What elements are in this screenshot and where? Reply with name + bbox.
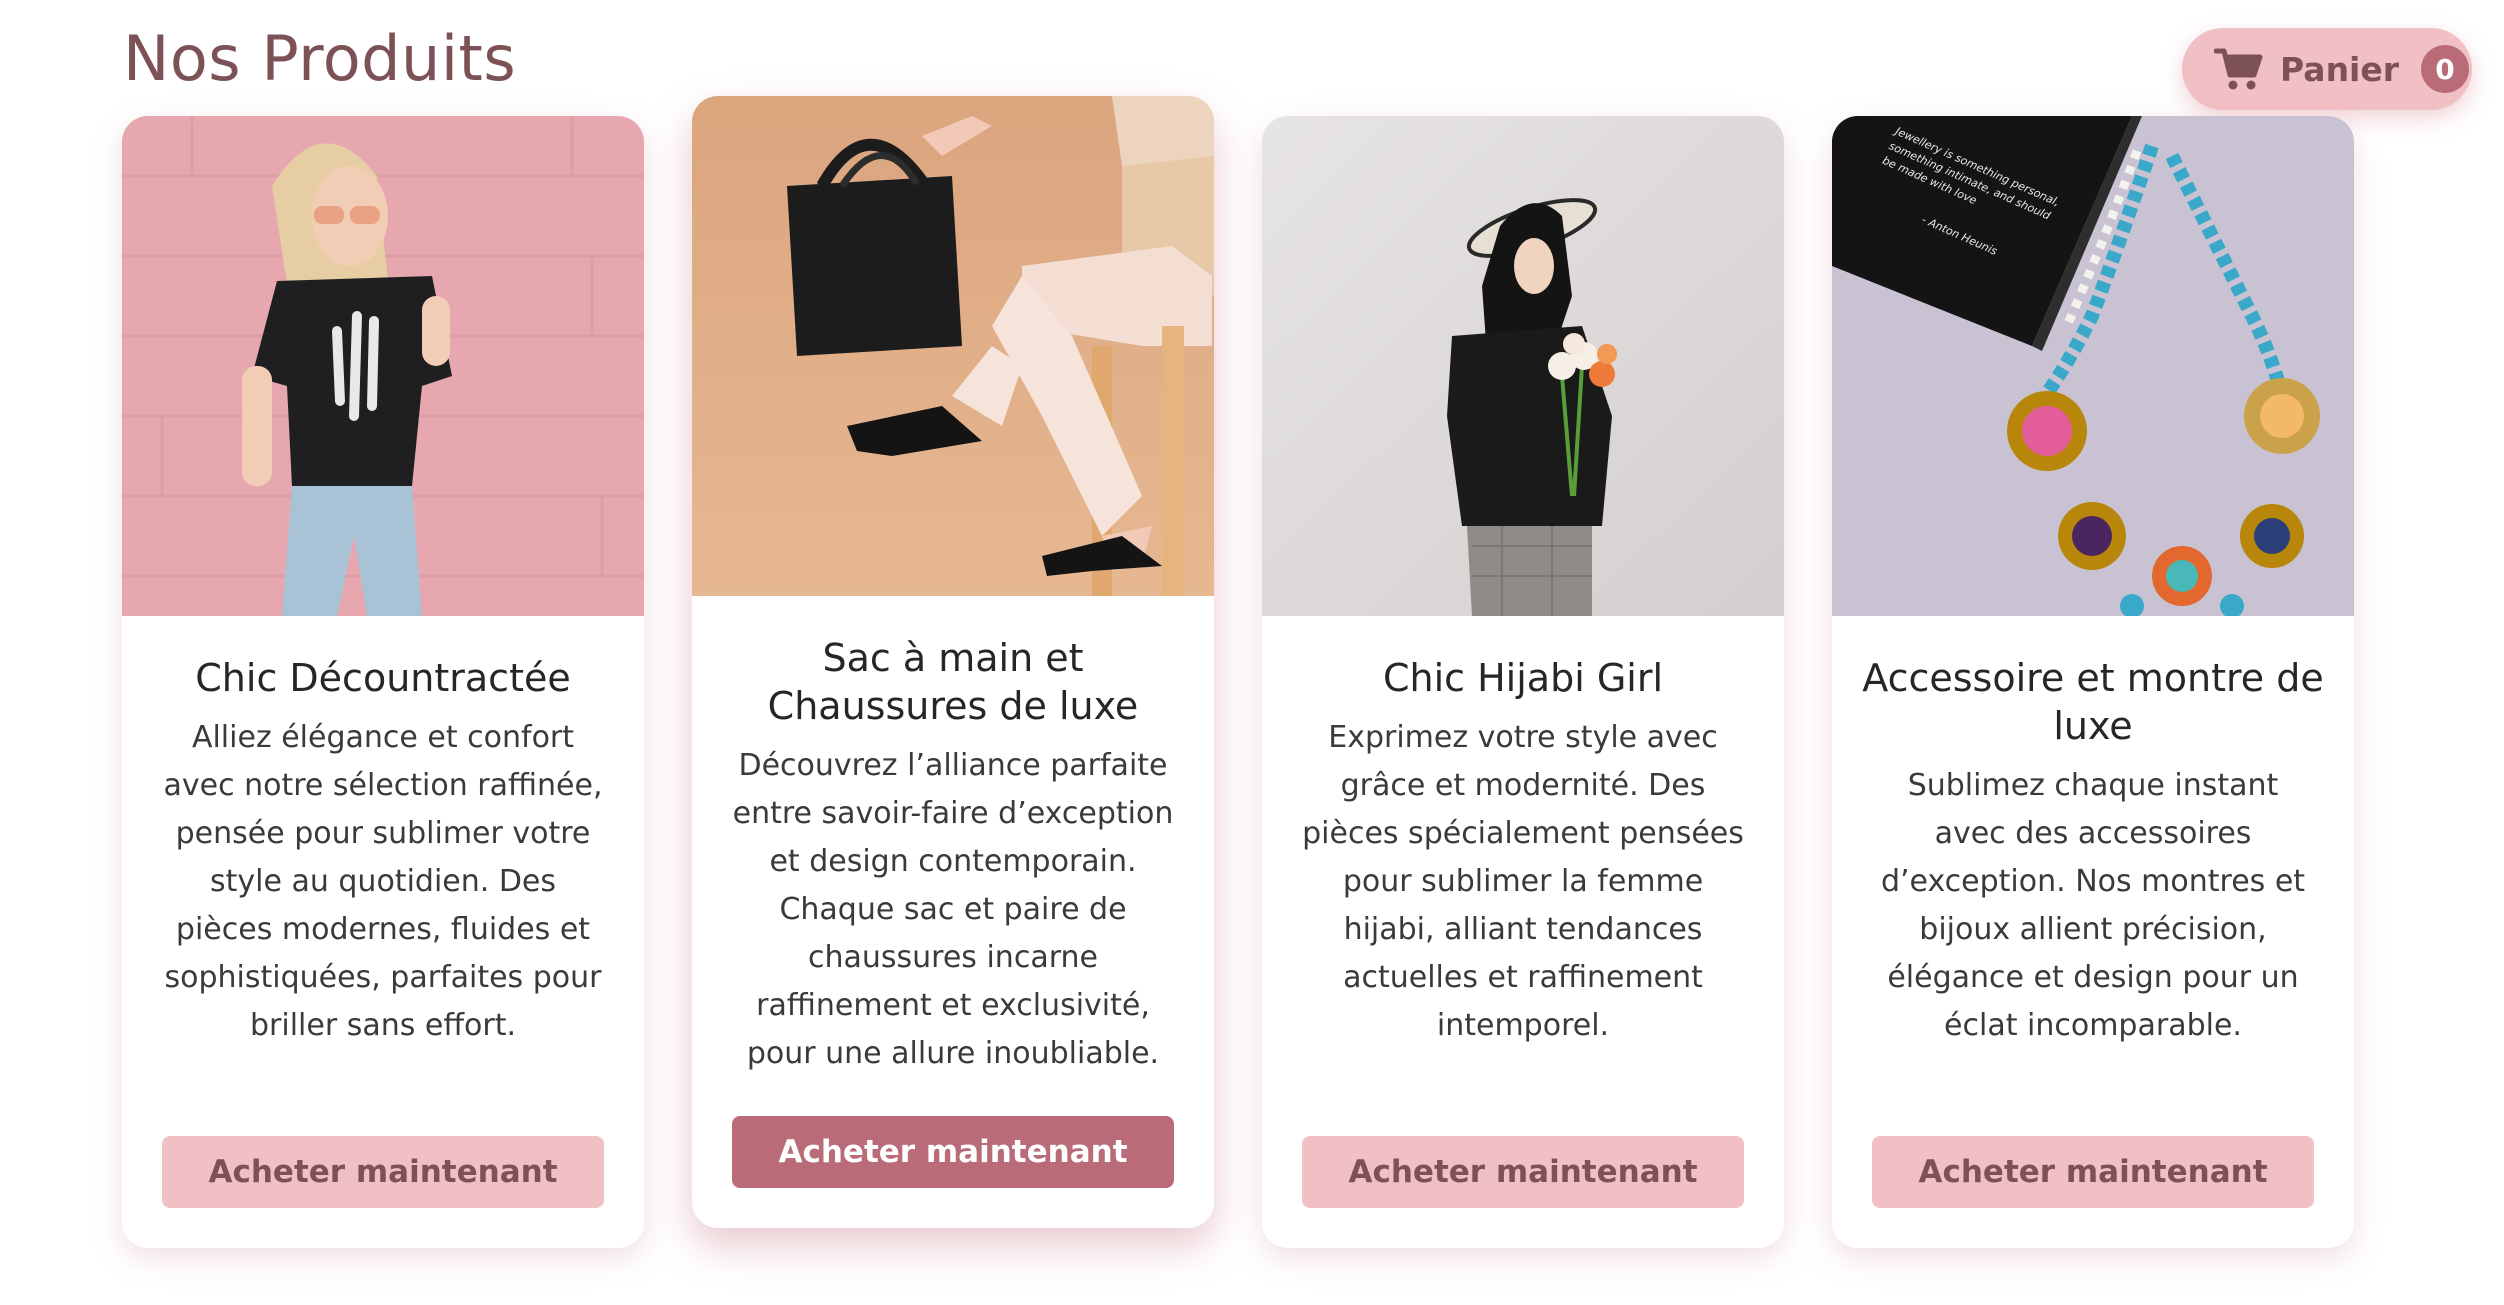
product-title: Accessoire et montre de luxe — [1862, 656, 2324, 748]
buy-now-button[interactable]: Acheter maintenant — [162, 1136, 604, 1208]
product-title: Chic Décountractée — [195, 656, 571, 700]
page-title: Nos Produits — [123, 22, 517, 95]
product-card: Jewellery is something personal, somethi… — [1832, 116, 2354, 1248]
product-card: Chic Décountractée Alliez élégance et co… — [122, 116, 644, 1248]
product-image-jewelry: Jewellery is something personal, somethi… — [1832, 116, 2354, 616]
buy-now-button[interactable]: Acheter maintenant — [1872, 1136, 2314, 1208]
shopping-cart-icon — [2214, 48, 2263, 90]
buy-now-button[interactable]: Acheter maintenant — [732, 1116, 1174, 1188]
cart-count-badge: 0 — [2421, 45, 2470, 93]
product-image-casual — [122, 116, 644, 616]
cart-button[interactable]: Panier 0 — [2182, 28, 2472, 110]
product-image-handbag-shoes — [692, 96, 1214, 596]
product-description: Exprimez votre style avec grâce et moder… — [1302, 720, 1744, 1043]
product-description: Sublimez chaque instant avec des accesso… — [1880, 768, 2306, 1043]
product-title: Chic Hijabi Girl — [1382, 656, 1664, 700]
product-description: Découvrez l’alliance parfaite entre savo… — [732, 748, 1174, 1071]
cart-label: Panier — [2280, 49, 2400, 89]
product-title: Sac à main et Chaussures de luxe — [767, 636, 1139, 728]
product-card: Sac à main et Chaussures de luxe Découvr… — [692, 96, 1214, 1228]
product-image-hijabi — [1262, 116, 1784, 616]
product-card: Chic Hijabi Girl Exprimez votre style av… — [1262, 116, 1784, 1248]
buy-now-button[interactable]: Acheter maintenant — [1302, 1136, 1744, 1208]
product-description: Alliez élégance et confort avec notre sé… — [163, 720, 603, 1043]
